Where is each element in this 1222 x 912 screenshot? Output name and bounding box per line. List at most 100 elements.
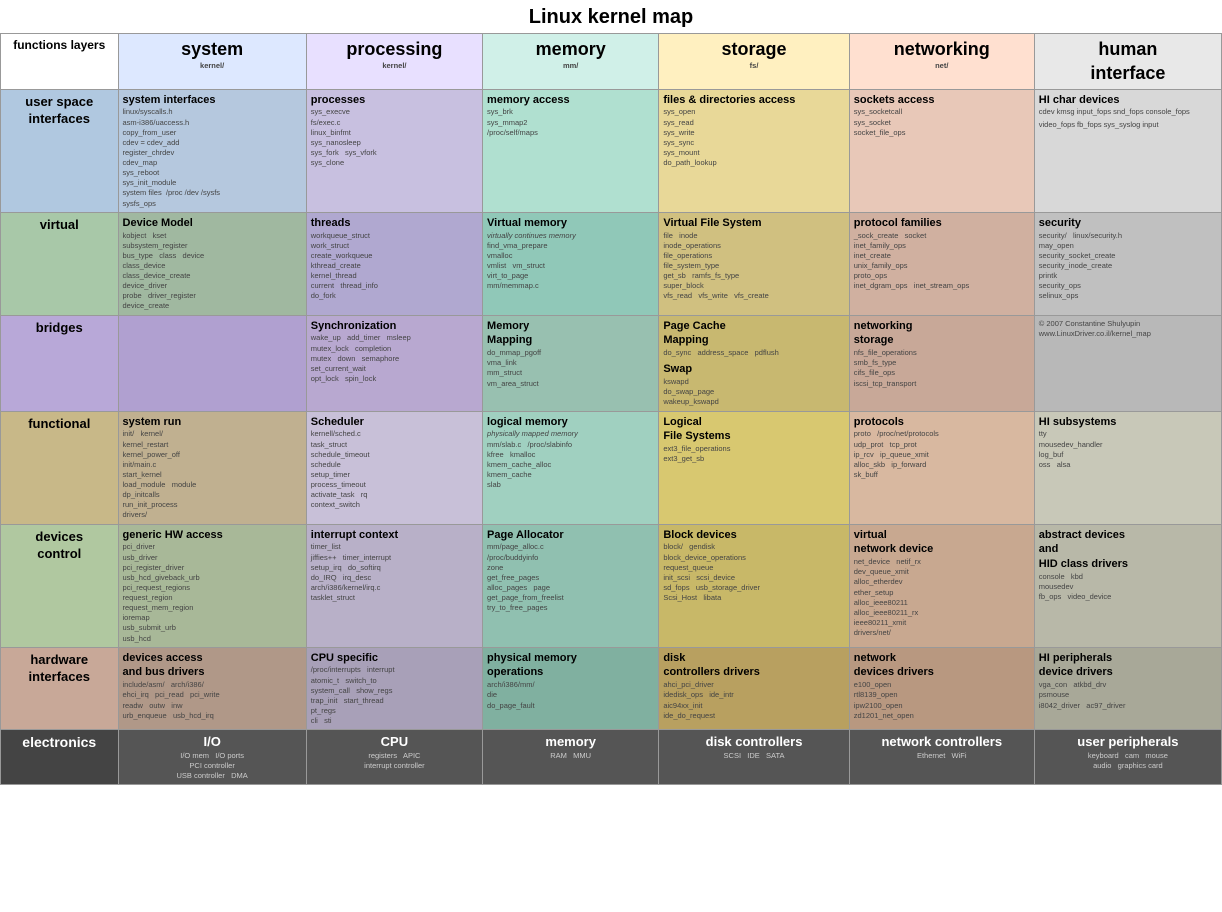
elec-storage-cell: disk controllers SCSI IDE SATA bbox=[659, 730, 849, 785]
brid-processing-cell: Synchronization wake_up add_timer msleep… bbox=[306, 315, 482, 411]
dev-storage-title: Block devices bbox=[663, 528, 844, 543]
storage-col-title: storage bbox=[663, 37, 844, 61]
col-header-hi: human interface bbox=[1034, 34, 1221, 90]
functional-label: functional bbox=[1, 411, 119, 524]
hw-storage-title: diskcontrollers drivers bbox=[663, 651, 844, 681]
electronics-label: electronics bbox=[1, 730, 119, 785]
dev-system-cell: generic HW access pci_driver usb_driver … bbox=[118, 524, 306, 647]
system-col-sub: kernel/ bbox=[123, 61, 302, 71]
user-networking-cell: sockets access sys_socketcall sys_socket… bbox=[849, 89, 1034, 212]
virt-networking-title: protocol families bbox=[854, 216, 1030, 231]
networking-col-title: networking bbox=[854, 37, 1030, 61]
func-processing-cell: Scheduler kernell/sched.c task_struct sc… bbox=[306, 411, 482, 524]
user-processing-title: processes bbox=[311, 93, 478, 108]
header-row: functions layers system kernel/ processi… bbox=[1, 34, 1222, 90]
elec-processing-title: CPU bbox=[311, 733, 478, 751]
hw-system-title: devices accessand bus drivers bbox=[123, 651, 302, 681]
functions-label: functions layers bbox=[13, 38, 105, 52]
virt-system-title: Device Model bbox=[123, 216, 302, 231]
hw-hi-cell: HI peripheralsdevice drivers vga_con atk… bbox=[1034, 647, 1221, 730]
brid-hi-cell: © 2007 Constantine Shulyupin www.LinuxDr… bbox=[1034, 315, 1221, 411]
devices-label: devicescontrol bbox=[1, 524, 119, 647]
storage-col-sub: fs/ bbox=[663, 61, 844, 71]
dev-processing-title: interrupt context bbox=[311, 528, 478, 543]
user-space-row: user spaceinterfaces system interfaces l… bbox=[1, 89, 1222, 212]
memory-col-sub: mm/ bbox=[487, 61, 654, 71]
main-title: Linux kernel map bbox=[0, 0, 1222, 33]
dev-memory-cell: Page Allocator mm/page_alloc.c /proc/bud… bbox=[483, 524, 659, 647]
bridges-row: bridges Synchronization wake_up add_time… bbox=[1, 315, 1222, 411]
user-memory-cell: memory access sys_brk sys_mmap2 /proc/se… bbox=[483, 89, 659, 212]
hardware-label: hardwareinterfaces bbox=[1, 647, 119, 730]
brid-processing-title: Synchronization bbox=[311, 319, 478, 334]
dev-system-title: generic HW access bbox=[123, 528, 302, 543]
devices-row: devicescontrol generic HW access pci_dri… bbox=[1, 524, 1222, 647]
brid-networking-cell: networkingstorage nfs_file_operations sm… bbox=[849, 315, 1034, 411]
virt-networking-cell: protocol families _sock_create socket in… bbox=[849, 212, 1034, 315]
dev-networking-title: virtualnetwork device bbox=[854, 528, 1030, 558]
dev-memory-title: Page Allocator bbox=[487, 528, 654, 543]
page-wrapper: Linux kernel map functions layers system… bbox=[0, 0, 1222, 785]
virt-hi-title: security bbox=[1039, 216, 1217, 231]
virtual-row: virtual Device Model kobject kset subsys… bbox=[1, 212, 1222, 315]
brid-memory-cell: MemoryMapping do_mmap_pgoff vma_link mm_… bbox=[483, 315, 659, 411]
elec-storage-title: disk controllers bbox=[663, 733, 844, 751]
elec-memory-cell: memory RAM MMU bbox=[483, 730, 659, 785]
user-storage-title: files & directories access bbox=[663, 93, 844, 108]
col-header-networking: networking net/ bbox=[849, 34, 1034, 90]
user-system-title: system interfaces bbox=[123, 93, 302, 108]
virt-memory-cell: Virtual memory virtually continues memor… bbox=[483, 212, 659, 315]
col-header-system: system kernel/ bbox=[118, 34, 306, 90]
hi-col-title: human interface bbox=[1039, 37, 1217, 86]
hw-processing-title: CPU specific bbox=[311, 651, 478, 666]
hw-system-cell: devices accessand bus drivers include/as… bbox=[118, 647, 306, 730]
func-memory-cell: logical memory physically mapped memory … bbox=[483, 411, 659, 524]
brid-system-cell bbox=[118, 315, 306, 411]
func-processing-title: Scheduler bbox=[311, 415, 478, 430]
virt-storage-title: Virtual File System bbox=[663, 216, 844, 231]
memory-col-title: memory bbox=[487, 37, 654, 61]
hw-memory-cell: physical memoryoperations arch/i386/mm/ … bbox=[483, 647, 659, 730]
hw-processing-cell: CPU specific /proc/interrupts interrupt … bbox=[306, 647, 482, 730]
func-hi-cell: HI subsystems tty mousedev_handler log_b… bbox=[1034, 411, 1221, 524]
brid-storage-title: Page CacheMapping bbox=[663, 319, 844, 349]
func-system-title: system run bbox=[123, 415, 302, 430]
processing-col-title: processing bbox=[311, 37, 478, 61]
brid-networking-title: networkingstorage bbox=[854, 319, 1030, 349]
func-system-cell: system run init/ kernel/ kernel_restart … bbox=[118, 411, 306, 524]
func-storage-cell: LogicalFile Systems ext3_file_operations… bbox=[659, 411, 849, 524]
elec-system-title: I/O bbox=[123, 733, 302, 751]
col-header-memory: memory mm/ bbox=[483, 34, 659, 90]
virt-system-cell: Device Model kobject kset subsystem_regi… bbox=[118, 212, 306, 315]
swap-title: Swap bbox=[663, 362, 844, 377]
col-header-storage: storage fs/ bbox=[659, 34, 849, 90]
virt-processing-title: threads bbox=[311, 216, 478, 231]
brid-storage-cell: Page CacheMapping do_sync address_space … bbox=[659, 315, 849, 411]
elec-memory-title: memory bbox=[487, 733, 654, 751]
col-label-functions: functions layers bbox=[1, 34, 119, 90]
user-hi-cell: HI char devices cdev kmsg input_fops snd… bbox=[1034, 89, 1221, 212]
dev-processing-cell: interrupt context timer_list jiffies++ t… bbox=[306, 524, 482, 647]
dev-hi-cell: abstract devicesandHID class drivers con… bbox=[1034, 524, 1221, 647]
dev-storage-cell: Block devices block/ gendisk block_devic… bbox=[659, 524, 849, 647]
hw-hi-title: HI peripheralsdevice drivers bbox=[1039, 651, 1217, 681]
func-memory-title: logical memory bbox=[487, 415, 654, 430]
elec-hi-cell: user peripherals keyboard cam mouse audi… bbox=[1034, 730, 1221, 785]
virt-memory-title: Virtual memory bbox=[487, 216, 654, 231]
hardware-row: hardwareinterfaces devices accessand bus… bbox=[1, 647, 1222, 730]
system-col-title: system bbox=[123, 37, 302, 61]
user-memory-title: memory access bbox=[487, 93, 654, 108]
virt-hi-cell: security security/ linux/security.h may_… bbox=[1034, 212, 1221, 315]
electronics-text: electronics bbox=[22, 734, 96, 750]
functional-row: functional system run init/ kernel/ kern… bbox=[1, 411, 1222, 524]
virt-processing-cell: threads workqueue_struct work_struct cre… bbox=[306, 212, 482, 315]
bridges-label: bridges bbox=[1, 315, 119, 411]
elec-networking-title: network controllers bbox=[854, 733, 1030, 751]
col-header-processing: processing kernel/ bbox=[306, 34, 482, 90]
kernel-map-table: functions layers system kernel/ processi… bbox=[0, 33, 1222, 785]
virtual-label: virtual bbox=[1, 212, 119, 315]
processing-col-sub: kernel/ bbox=[311, 61, 478, 71]
func-networking-cell: protocols proto /proc/net/protocols udp_… bbox=[849, 411, 1034, 524]
hw-networking-cell: networkdevices drivers e100_open rtl8139… bbox=[849, 647, 1034, 730]
user-storage-cell: files & directories access sys_open sys_… bbox=[659, 89, 849, 212]
